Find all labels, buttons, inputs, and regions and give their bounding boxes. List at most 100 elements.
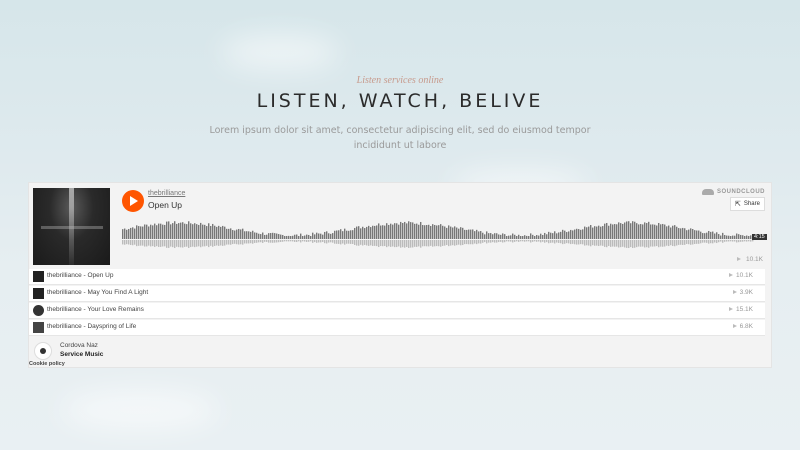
waveform-bar — [258, 233, 260, 239]
waveform-bar — [726, 235, 728, 239]
play-button[interactable] — [122, 190, 144, 212]
waveform-reflection — [680, 240, 682, 245]
waveform-reflection — [692, 240, 694, 245]
list-item[interactable]: thebrilliance - Your Love Remains 15.1K — [29, 303, 765, 319]
waveform-bar — [168, 221, 170, 239]
waveform-bar — [602, 226, 604, 239]
play-count-icon — [737, 257, 742, 262]
waveform-reflection — [226, 240, 228, 245]
waveform-reflection — [384, 240, 386, 247]
waveform-bar — [478, 231, 480, 239]
waveform-bar — [630, 223, 632, 239]
waveform-reflection — [622, 240, 624, 247]
track-plays-value: 3.9K — [739, 289, 753, 296]
hero-title: LISTEN, WATCH, BELIVE — [256, 90, 544, 112]
waveform-reflection — [706, 240, 708, 243]
waveform-reflection — [742, 240, 744, 242]
waveform-bar — [746, 235, 748, 239]
footer-user[interactable]: Cordova Naz — [60, 342, 98, 349]
waveform-reflection — [182, 240, 184, 248]
soundcloud-logo[interactable]: SOUNDCLOUD — [702, 189, 765, 195]
waveform-bar — [638, 224, 640, 239]
play-count-icon — [729, 273, 733, 278]
waveform-bar — [158, 223, 160, 239]
waveform-reflection — [296, 240, 298, 243]
waveform-reflection — [164, 240, 166, 247]
track-title[interactable]: Open Up — [148, 200, 182, 210]
footer-label[interactable]: Service Music — [60, 351, 103, 358]
waveform-reflection — [572, 240, 574, 244]
waveform-bar — [640, 224, 642, 239]
waveform-bar — [532, 234, 534, 239]
list-item[interactable]: thebrilliance - May You Find A Light 3.9… — [29, 286, 765, 302]
waveform-bar — [626, 221, 628, 239]
waveform-reflection — [484, 240, 486, 243]
waveform-reflection — [636, 240, 638, 248]
waveform-bar — [574, 229, 576, 239]
waveform-bar — [440, 224, 442, 239]
waveform-bar — [352, 230, 354, 239]
waveform-reflection — [480, 240, 482, 244]
waveform-bar — [464, 229, 466, 239]
waveform-bar — [682, 227, 684, 239]
waveform-bar — [710, 231, 712, 239]
waveform-bar — [248, 231, 250, 239]
waveform-bar — [244, 231, 246, 239]
waveform-bar — [678, 228, 680, 239]
waveform-reflection — [428, 240, 430, 247]
album-artwork[interactable] — [33, 188, 110, 265]
list-item[interactable]: thebrilliance - Open Up 10.1K — [29, 269, 765, 285]
waveform-bar — [130, 227, 132, 239]
waveform-bar — [480, 231, 482, 239]
waveform-reflection — [472, 240, 474, 245]
waveform-bar — [472, 229, 474, 239]
waveform-reflection — [186, 240, 188, 247]
waveform-reflection — [370, 240, 372, 246]
waveform-bar — [422, 225, 424, 239]
waveform-reflection — [618, 240, 620, 248]
waveform-bar — [134, 228, 136, 239]
waveform-bar — [272, 232, 274, 239]
waveform-reflection — [540, 240, 542, 243]
cookie-policy-link[interactable]: Cookie policy — [29, 361, 65, 367]
waveform-reflection — [188, 240, 190, 248]
waveform-bar — [666, 226, 668, 239]
waveform-bar — [382, 225, 384, 239]
waveform-reflection — [130, 240, 132, 245]
share-label: Share — [743, 201, 760, 207]
waveform-reflection — [644, 240, 646, 248]
waveform-bar — [404, 221, 406, 239]
waveform-bar — [290, 236, 292, 239]
waveform-bar — [542, 234, 544, 239]
list-item[interactable]: thebrilliance - Dayspring of Life 6.8K — [29, 320, 765, 336]
waveform-reflection — [284, 240, 286, 242]
waveform-reflection — [162, 240, 164, 247]
waveform-reflection — [170, 240, 172, 247]
avatar[interactable] — [34, 342, 52, 360]
waveform-bar — [132, 227, 134, 239]
waveform-bar — [358, 226, 360, 239]
waveform-reflection — [432, 240, 434, 247]
waveform-reflection — [358, 240, 360, 246]
waveform-bar — [608, 225, 610, 239]
waveform-bar — [474, 231, 476, 239]
waveform-reflection — [648, 240, 650, 248]
waveform-bar — [442, 225, 444, 239]
waveform-reflection — [478, 240, 480, 244]
waveform-bar — [148, 226, 150, 239]
waveform-bar — [510, 235, 512, 239]
play-count-icon — [732, 324, 737, 329]
waveform-bar — [586, 227, 588, 239]
share-button[interactable]: ⇱ Share — [730, 197, 765, 211]
waveform-reflection — [526, 240, 528, 242]
artist-link[interactable]: thebrilliance — [148, 190, 185, 197]
waveform-bar — [522, 236, 524, 239]
waveform-bar — [434, 224, 436, 239]
waveform-bar — [706, 232, 708, 239]
waveform-bar — [548, 231, 550, 239]
waveform-reflection — [656, 240, 658, 247]
waveform-bar — [624, 222, 626, 239]
waveform-reflection — [402, 240, 404, 248]
waveform-bar — [380, 225, 382, 239]
waveform[interactable] — [122, 219, 754, 251]
